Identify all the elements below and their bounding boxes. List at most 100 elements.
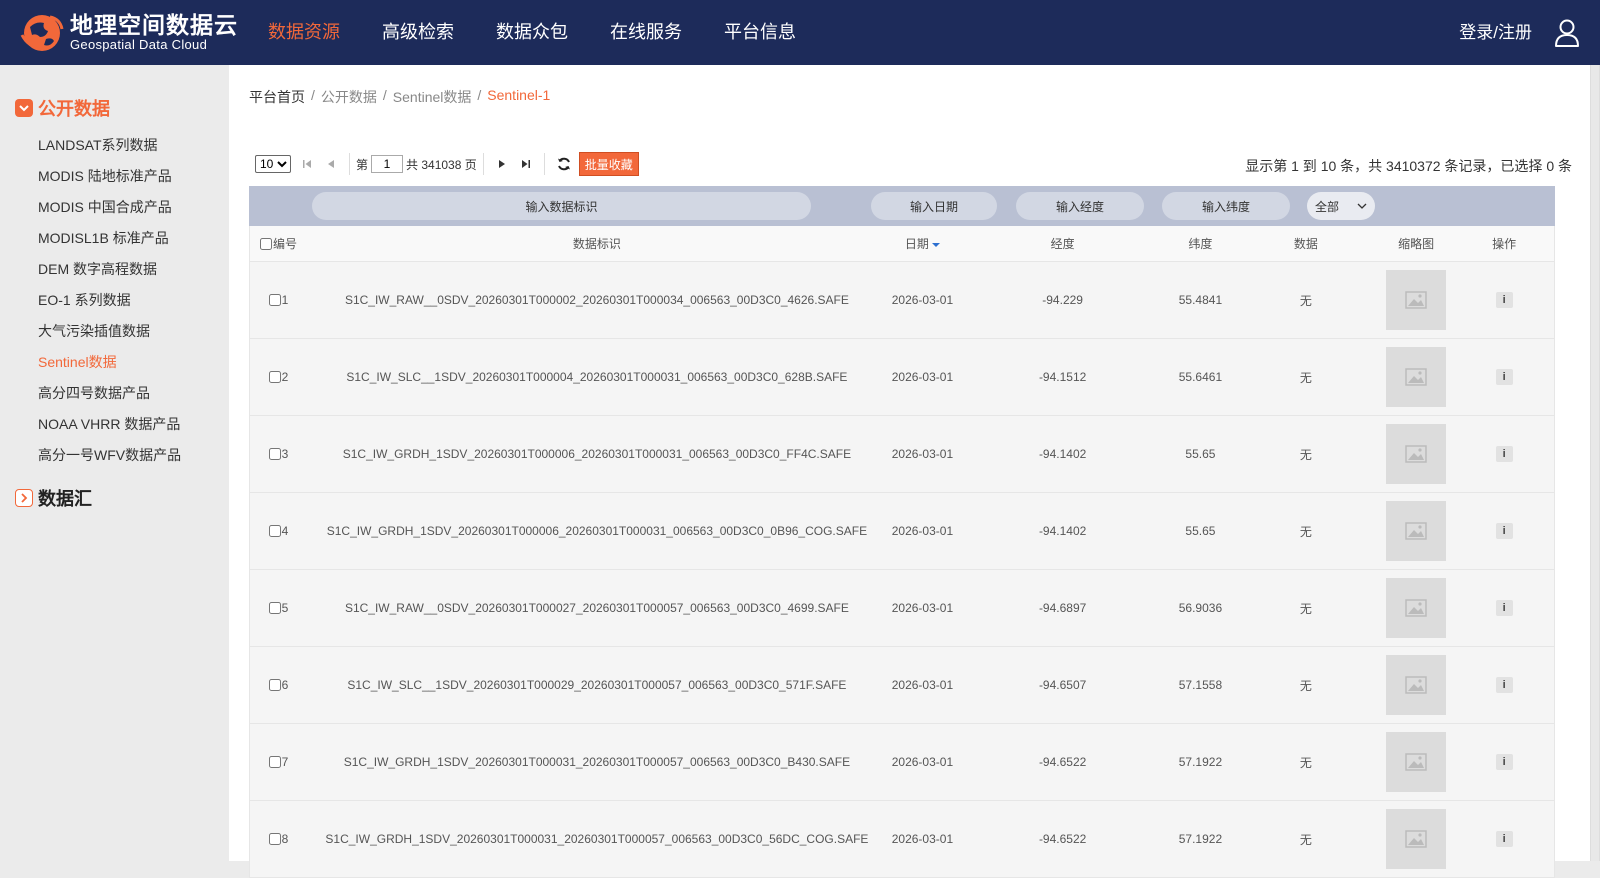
row-number: 8: [281, 832, 289, 846]
breadcrumb-sentinel[interactable]: Sentinel数据: [393, 87, 472, 107]
sidebar-group-data-hub[interactable]: 数据汇: [15, 485, 92, 511]
sidebar-item-landsat[interactable]: LANDSAT系列数据: [38, 137, 181, 168]
sidebar-group-label[interactable]: 数据汇: [38, 485, 92, 511]
sidebar-item-modis-china[interactable]: MODIS 中国合成产品: [38, 199, 181, 230]
main-content: 平台首页 / 公开数据 / Sentinel数据 / Sentinel-1 10…: [229, 65, 1600, 878]
row-checkbox[interactable]: [268, 525, 281, 537]
row-checkbox[interactable]: [268, 602, 281, 614]
row-checkbox[interactable]: [268, 448, 281, 460]
sidebar-item-dem[interactable]: DEM 数字高程数据: [38, 261, 181, 292]
table-row: 2 S1C_IW_SLC__1SDV_20260301T000004_20260…: [249, 339, 1555, 416]
refresh-icon[interactable]: [555, 155, 573, 173]
login-register-link[interactable]: 登录/注册: [1459, 0, 1532, 65]
image-placeholder-icon[interactable]: [1386, 347, 1447, 407]
page-number-input[interactable]: [371, 155, 404, 173]
nav-item-platform-info[interactable]: 平台信息: [724, 0, 796, 65]
row-data: 无: [1299, 293, 1312, 308]
row-date: 2026-03-01: [891, 524, 954, 538]
row-checkbox[interactable]: [268, 371, 281, 383]
nav-item-advanced-search[interactable]: 高级检索: [382, 0, 454, 65]
info-button[interactable]: i: [1495, 677, 1513, 693]
row-data-id: S1C_IW_GRDH_1SDV_20260301T000031_2026030…: [343, 755, 851, 769]
header-date[interactable]: 日期: [887, 235, 958, 252]
image-placeholder-icon[interactable]: [1386, 809, 1447, 869]
info-button[interactable]: i: [1495, 754, 1513, 770]
row-longitude: -94.6507: [1038, 678, 1087, 692]
sidebar-item-gf4[interactable]: 高分四号数据产品: [38, 385, 181, 416]
data-availability-value: 全部: [1315, 199, 1340, 214]
row-checkbox[interactable]: [268, 833, 281, 845]
sidebar-item-noaa-vhrr[interactable]: NOAA VHRR 数据产品: [38, 416, 181, 447]
table-row: 8 S1C_IW_GRDH_1SDV_20260301T000031_20260…: [249, 801, 1555, 878]
page-scrollbar[interactable]: [1590, 65, 1600, 861]
row-checkbox[interactable]: [268, 294, 281, 306]
site-logo[interactable]: 地理空间数据云 Geospatial Data Cloud: [20, 10, 238, 54]
sidebar-group-label[interactable]: 公开数据: [38, 95, 110, 121]
next-page-icon[interactable]: [490, 155, 514, 173]
page-total: 共 341038 页: [406, 157, 477, 172]
chevron-down-icon[interactable]: [15, 99, 33, 117]
longitude-filter-input[interactable]: 输入经度: [1016, 192, 1144, 220]
sidebar-group-public-data[interactable]: 公开数据: [15, 95, 110, 121]
row-number: 1: [281, 293, 289, 307]
row-checkbox[interactable]: [268, 756, 281, 768]
row-data: 无: [1299, 755, 1312, 770]
top-navbar: 地理空间数据云 Geospatial Data Cloud 数据资源 高级检索 …: [0, 0, 1600, 65]
row-date: 2026-03-01: [891, 370, 954, 384]
row-number: 5: [281, 601, 289, 615]
last-page-icon[interactable]: [514, 155, 538, 173]
first-page-icon[interactable]: [295, 155, 319, 173]
sidebar: 公开数据 LANDSAT系列数据 MODIS 陆地标准产品 MODIS 中国合成…: [0, 65, 229, 840]
data-availability-select[interactable]: 全部: [1307, 192, 1375, 220]
header-data: 数据: [1293, 237, 1318, 251]
logo-title-cn: 地理空间数据云: [70, 11, 238, 38]
row-latitude: 57.1922: [1178, 832, 1223, 846]
nav-item-data-resources[interactable]: 数据资源: [268, 0, 340, 65]
breadcrumb-home[interactable]: 平台首页: [249, 87, 305, 107]
sidebar-item-modisl1b[interactable]: MODISL1B 标准产品: [38, 230, 181, 261]
logo-title-en: Geospatial Data Cloud: [70, 36, 208, 52]
chevron-right-icon[interactable]: [15, 489, 33, 507]
prev-page-icon[interactable]: [319, 155, 343, 173]
data-id-filter-input[interactable]: 输入数据标识: [312, 192, 811, 220]
breadcrumb-separator: /: [311, 87, 315, 103]
row-data: 无: [1299, 447, 1312, 462]
date-filter-input[interactable]: 输入日期: [871, 192, 997, 220]
scrollbar-thumb[interactable]: [1591, 65, 1599, 861]
header-latitude: 纬度: [1188, 237, 1213, 251]
page-size-select[interactable]: 10 20 50: [255, 155, 291, 173]
sidebar-item-modis-land[interactable]: MODIS 陆地标准产品: [38, 168, 181, 199]
image-placeholder-icon[interactable]: [1386, 270, 1447, 330]
sidebar-item-air-pollution[interactable]: 大气污染插值数据: [38, 323, 181, 354]
sidebar-item-sentinel[interactable]: Sentinel数据: [38, 354, 181, 385]
sidebar-item-eo1[interactable]: EO-1 系列数据: [38, 292, 181, 323]
pagination-toolbar: 10 20 50 第 共 341038 页 批: [255, 152, 639, 176]
info-button[interactable]: i: [1495, 369, 1513, 385]
info-button[interactable]: i: [1495, 523, 1513, 539]
user-icon[interactable]: [1554, 19, 1580, 47]
latitude-filter-input[interactable]: 输入纬度: [1162, 192, 1290, 220]
info-button[interactable]: i: [1495, 446, 1513, 462]
row-latitude: 55.65: [1185, 524, 1216, 538]
row-date: 2026-03-01: [891, 447, 954, 461]
image-placeholder-icon[interactable]: [1386, 501, 1447, 561]
row-data: 无: [1299, 601, 1312, 616]
row-latitude: 57.1922: [1178, 755, 1223, 769]
select-all-checkbox[interactable]: [260, 237, 272, 250]
breadcrumb-public-data[interactable]: 公开数据: [321, 87, 377, 107]
image-placeholder-icon[interactable]: [1386, 732, 1447, 792]
image-placeholder-icon[interactable]: [1386, 655, 1447, 715]
row-date: 2026-03-01: [891, 755, 954, 769]
nav-item-online-service[interactable]: 在线服务: [610, 0, 682, 65]
image-placeholder-icon[interactable]: [1386, 578, 1447, 638]
batch-favorite-button[interactable]: 批量收藏: [578, 152, 639, 176]
image-placeholder-icon[interactable]: [1386, 424, 1447, 484]
info-button[interactable]: i: [1495, 831, 1513, 847]
sidebar-item-gf1-wfv[interactable]: 高分一号WFV数据产品: [38, 447, 181, 478]
info-button[interactable]: i: [1495, 292, 1513, 308]
row-data-id: S1C_IW_RAW__0SDV_20260301T000027_2026030…: [344, 601, 849, 615]
row-latitude: 55.65: [1185, 447, 1216, 461]
info-button[interactable]: i: [1495, 600, 1513, 616]
row-checkbox[interactable]: [268, 679, 281, 691]
nav-item-crowdsourcing[interactable]: 数据众包: [496, 0, 568, 65]
